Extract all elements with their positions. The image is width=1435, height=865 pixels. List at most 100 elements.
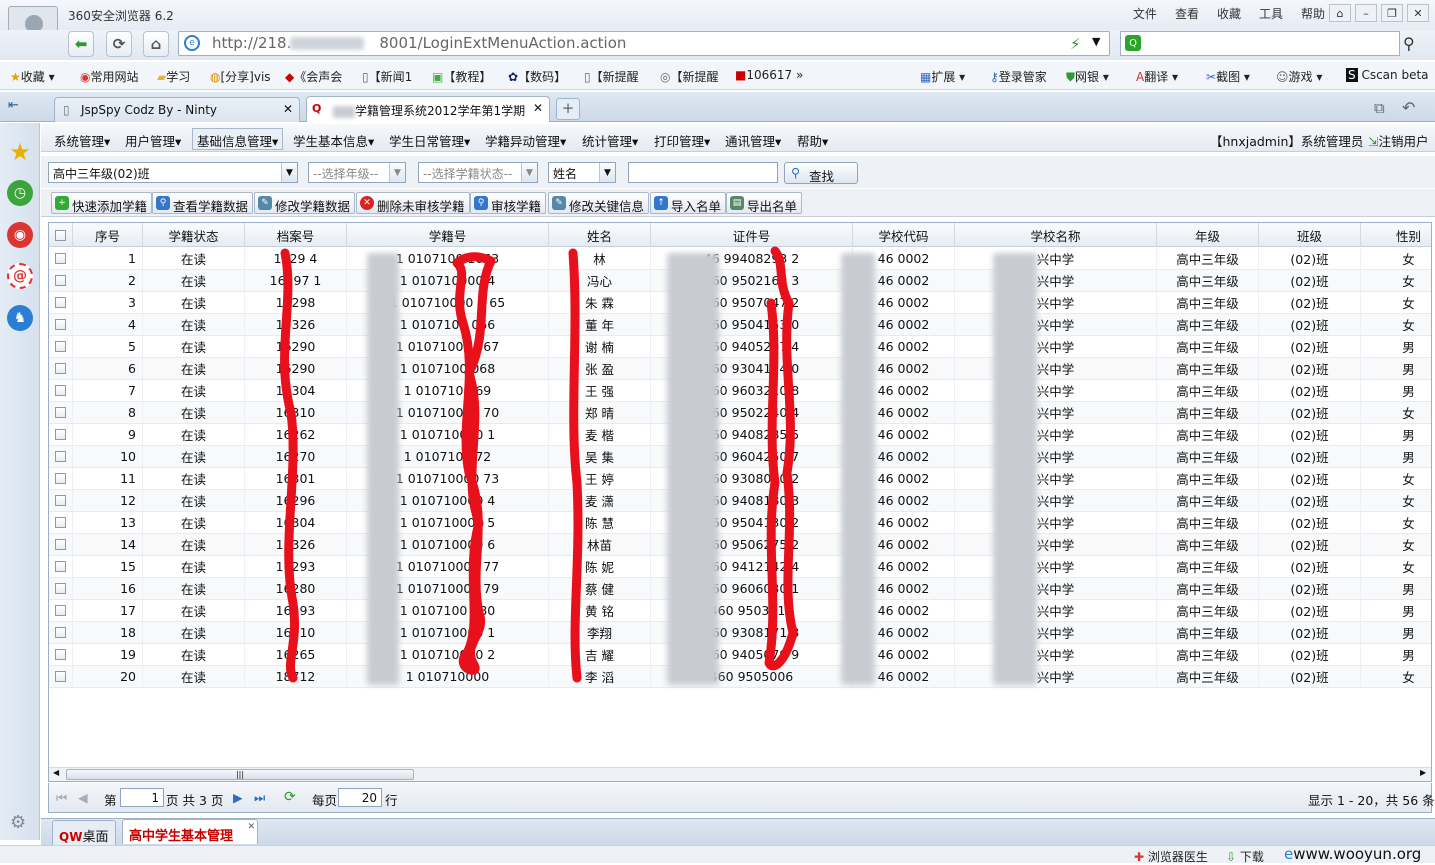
column-header[interactable]: 学校名称 xyxy=(955,223,1157,247)
row-checkbox[interactable] xyxy=(55,253,66,264)
row-checkbox[interactable] xyxy=(55,605,66,616)
table-row[interactable]: 20 在读 18712 1 010710000 李 滔 460 9505006 46 000… xyxy=(49,666,1431,688)
table-row[interactable]: 15 在读 16293 1 010710000 77 陈 妮 460 9412142 44… xyxy=(49,556,1431,578)
last-page-icon[interactable]: ⏭ xyxy=(254,790,265,806)
table-row[interactable]: 3 在读 16298 1 010710000 1 65 朱 霖 460 9507047 2… xyxy=(49,292,1431,314)
find-button[interactable]: ⚲ 查找 xyxy=(784,162,858,184)
ext-item[interactable]: S Cscan beta xyxy=(1346,68,1429,82)
page-input[interactable]: 1 xyxy=(120,788,164,807)
row-checkbox[interactable] xyxy=(55,671,66,682)
row-checkbox[interactable] xyxy=(55,583,66,594)
column-header[interactable]: 班级 xyxy=(1259,223,1361,247)
new-tab-button[interactable]: + xyxy=(556,98,580,120)
menu-favorites[interactable]: 收藏 xyxy=(1217,5,1241,22)
menu-print[interactable]: 打印管理▾ xyxy=(654,131,710,150)
row-checkbox[interactable] xyxy=(55,495,66,506)
menu-file[interactable]: 文件 xyxy=(1133,5,1157,22)
row-checkbox[interactable] xyxy=(55,517,66,528)
delete-unreviewed-button[interactable]: ✕ 删除未审核学籍 xyxy=(356,192,470,214)
row-checkbox[interactable] xyxy=(55,627,66,638)
quick-add-button[interactable]: + 快速添加学籍 xyxy=(51,192,153,214)
column-header[interactable]: 学籍号 xyxy=(347,223,549,247)
menu-student-info[interactable]: 学生基本信息▾ xyxy=(293,131,374,150)
export-button[interactable]: ▤ 导出名单 xyxy=(726,192,803,214)
menu-help[interactable]: 帮助 xyxy=(1301,5,1325,22)
fav-item[interactable]: ▰学习 xyxy=(157,68,190,85)
table-row[interactable]: 1 在读 1629 41 0107100 1063 林 46 99408293 2 46 … xyxy=(49,248,1431,270)
refresh-icon[interactable]: ⟳ xyxy=(284,789,296,805)
ext-item[interactable]: ✂截图 ▾ xyxy=(1206,68,1250,85)
first-page-icon[interactable]: ⏮ xyxy=(56,790,67,806)
browser-tab-jspspy[interactable]: ▯ JspSpy Codz By - Ninty ✕ xyxy=(54,97,300,122)
table-row[interactable]: 2 在读 16297 11 010710000 4 冯心 460 9502160 3 46… xyxy=(49,270,1431,292)
row-checkbox[interactable] xyxy=(55,451,66,462)
review-button[interactable]: ⚲ 审核学籍 xyxy=(470,192,547,214)
settings-gear-icon[interactable]: ⚙ xyxy=(10,812,26,833)
refresh-icon[interactable]: ⟳ xyxy=(106,31,132,57)
table-row[interactable]: 4 在读 16326 1 0107100 066 董 年 460 9504153 0 46 … xyxy=(49,314,1431,336)
table-row[interactable]: 5 在读 16290 1 01071000 067 谢 楠 460 9405207 4 46… xyxy=(49,336,1431,358)
fav-item[interactable]: ▯【新提醒 xyxy=(584,68,639,85)
skin-icon[interactable]: ⌂ xyxy=(1329,4,1351,22)
table-row[interactable]: 10 在读 16270 1 0107100 72 吴 集 460 9604250 7 46 … xyxy=(49,446,1431,468)
row-checkbox[interactable] xyxy=(55,649,66,660)
status-select[interactable]: --选择学籍状态-- ▼ xyxy=(418,162,538,183)
table-row[interactable]: 16 在读 16280 1 010710000 79 蔡 健 460 9606030 14… xyxy=(49,578,1431,600)
prev-page-icon[interactable]: ◀ xyxy=(78,790,88,805)
table-row[interactable]: 14 在读 16326 1 010710000 6 林苗 460 9506275 2 46 … xyxy=(49,534,1431,556)
column-header[interactable]: 年级 xyxy=(1157,223,1259,247)
restore-tab-icon[interactable]: ⧉ xyxy=(1374,99,1385,117)
menu-change[interactable]: 学籍异动管理▾ xyxy=(485,131,566,150)
table-row[interactable]: 18 在读 16310 1 010710000 1 李翔 460 9308171 8 46 … xyxy=(49,622,1431,644)
row-checkbox[interactable] xyxy=(55,275,66,286)
menu-comm[interactable]: 通讯管理▾ xyxy=(725,131,781,150)
weibo-icon[interactable]: ◉ xyxy=(7,222,33,248)
edit-key-button[interactable]: ✎ 修改关键信息 xyxy=(548,192,650,214)
close-button[interactable]: ✕ xyxy=(1407,4,1429,22)
download-button[interactable]: ⇩ 下载 xyxy=(1226,848,1264,865)
minimize-button[interactable]: – xyxy=(1355,4,1377,22)
per-page-input[interactable]: 20 xyxy=(338,788,382,807)
address-dropdown-icon[interactable]: ▼ xyxy=(1092,35,1100,48)
row-checkbox[interactable] xyxy=(55,363,66,374)
menu-system[interactable]: 系统管理▾ xyxy=(54,131,110,150)
select-all-checkbox[interactable] xyxy=(55,229,66,241)
menu-stats[interactable]: 统计管理▾ xyxy=(582,131,638,150)
tab-student-basic[interactable]: 高中学生基本管理 ✕ xyxy=(122,819,258,844)
close-tab-icon[interactable]: ✕ xyxy=(247,822,255,832)
row-checkbox[interactable] xyxy=(55,319,66,330)
row-checkbox[interactable] xyxy=(55,429,66,440)
history-clock-icon[interactable]: ◷ xyxy=(7,180,33,206)
column-header[interactable]: 性别 xyxy=(1361,223,1431,247)
fav-item[interactable]: ▣【教程】 xyxy=(432,68,491,85)
menu-basic-info[interactable]: 基础信息管理▾ xyxy=(192,128,284,150)
table-row[interactable]: 11 在读 16301 1 010710000 73 王 婷 460 9308070 24… xyxy=(49,468,1431,490)
fav-item[interactable]: ✿【数码】 xyxy=(508,68,566,85)
fav-item[interactable]: ◎【新提醒 xyxy=(660,68,719,85)
row-checkbox[interactable] xyxy=(55,539,66,550)
scroll-thumb[interactable]: ||| xyxy=(66,769,414,780)
mail-icon[interactable]: @ xyxy=(7,263,33,289)
fav-item[interactable]: ◍[分享]vis xyxy=(210,68,271,85)
column-header[interactable]: 姓名 xyxy=(549,223,651,247)
menu-view[interactable]: 查看 xyxy=(1175,5,1199,22)
table-row[interactable]: 7 在读 16304 1 0107100 69 王 强 460 9603210 8 46 0… xyxy=(49,380,1431,402)
table-row[interactable]: 6 在读 16290 1 0107100 068 张 盈 460 9304114 0 46 … xyxy=(49,358,1431,380)
table-row[interactable]: 9 在读 16262 1 010710000 1麦 楷 460 9408285 5 46 … xyxy=(49,424,1431,446)
row-checkbox[interactable] xyxy=(55,385,66,396)
table-row[interactable]: 8 在读 16310 1 010710000 70 郑 晴 460 9502240 4 46… xyxy=(49,402,1431,424)
row-checkbox[interactable] xyxy=(55,407,66,418)
undo-close-icon[interactable]: ↶ xyxy=(1402,98,1415,117)
table-row[interactable]: 19 在读 16265 1 010710000 2吉 耀 460 9405079 9 46… xyxy=(49,644,1431,666)
maximize-button[interactable]: ❐ xyxy=(1381,4,1403,22)
menu-help[interactable]: 帮助▾ xyxy=(797,131,828,150)
search-input[interactable] xyxy=(1120,31,1400,56)
close-tab-icon[interactable]: ✕ xyxy=(533,101,543,115)
browser-tab-student[interactable]: Q 学籍管理系统2012学年第1学期 ✕ xyxy=(306,96,550,122)
column-header[interactable]: 学校代码 xyxy=(853,223,955,247)
field-select[interactable]: 姓名 ▼ xyxy=(548,162,616,183)
home-icon[interactable]: ⌂ xyxy=(143,31,169,57)
lightning-icon[interactable]: ⚡ xyxy=(1070,35,1081,53)
row-checkbox[interactable] xyxy=(55,561,66,572)
ext-item[interactable]: A翻译 ▾ xyxy=(1136,68,1178,85)
